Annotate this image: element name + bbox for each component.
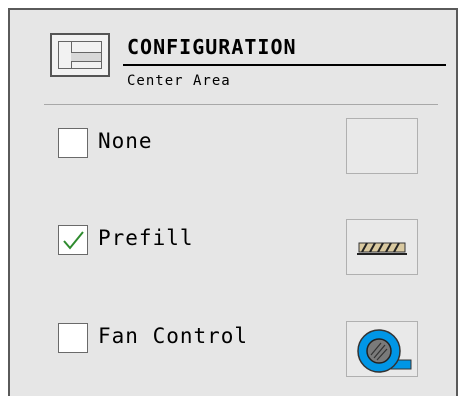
option-row-fan-control: Fan Control: [10, 313, 456, 377]
page-title: CONFIGURATION: [127, 35, 297, 59]
prefill-checkbox[interactable]: [58, 225, 88, 255]
title-underline: [123, 64, 446, 66]
checkmark-icon: [63, 231, 84, 250]
prefill-label: Prefill: [98, 226, 194, 250]
prefill-icon: [357, 242, 407, 255]
fan-control-label: Fan Control: [98, 324, 249, 348]
configuration-panel: CONFIGURATION Center Area None Prefill F…: [8, 8, 458, 396]
none-label: None: [98, 129, 153, 153]
none-checkbox[interactable]: [58, 128, 88, 158]
fan-control-icon-button[interactable]: [346, 321, 418, 377]
layout-icon: [50, 33, 110, 77]
fan-icon: [357, 329, 412, 373]
option-row-prefill: Prefill: [10, 215, 456, 275]
prefill-icon-button[interactable]: [346, 219, 418, 275]
page-subtitle: Center Area: [127, 73, 231, 89]
none-icon-button[interactable]: [346, 118, 418, 174]
option-row-none: None: [10, 118, 456, 178]
fan-control-checkbox[interactable]: [58, 323, 88, 353]
divider: [44, 104, 438, 105]
